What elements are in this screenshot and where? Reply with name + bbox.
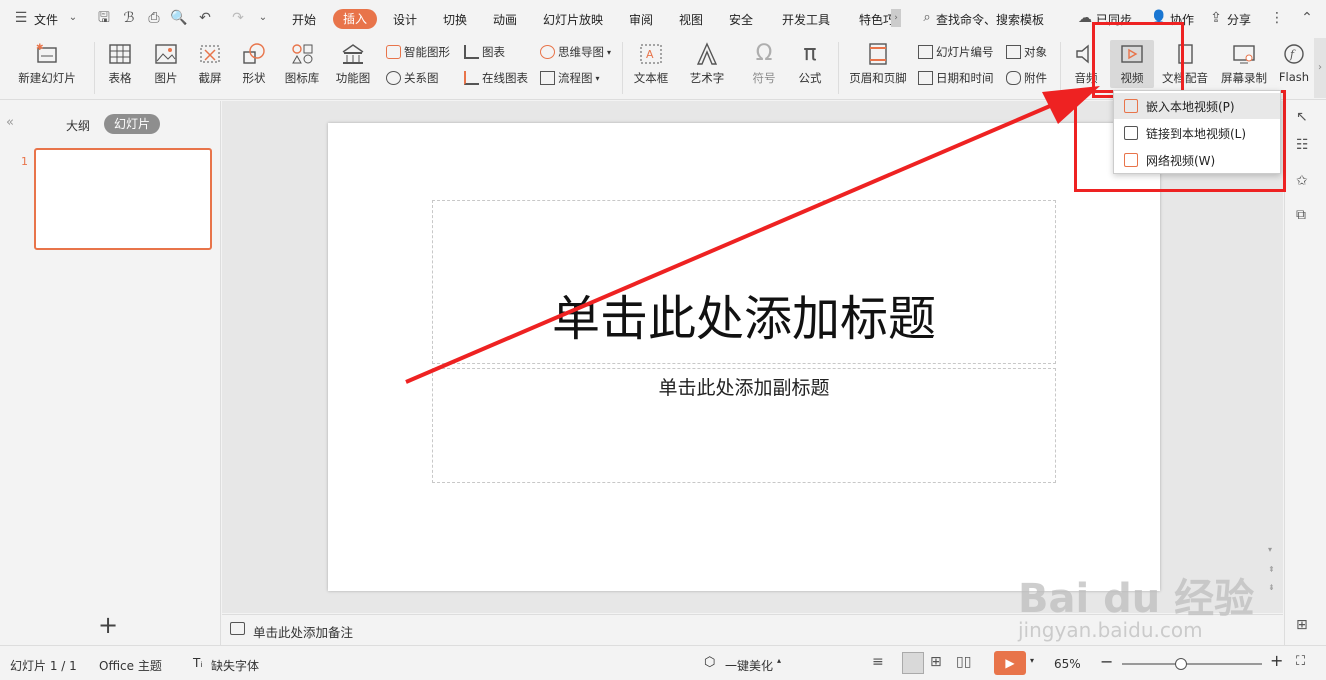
web-video-icon bbox=[1124, 153, 1138, 167]
watermark-url: jingyan.baidu.com bbox=[1018, 618, 1203, 642]
menu-item-embed-local-video[interactable]: 嵌入本地视频(P) bbox=[1114, 93, 1280, 119]
menu-item-link-local-video[interactable]: 链接到本地视频(L) bbox=[1114, 120, 1280, 146]
menu-item-web-video[interactable]: 网络视频(W) bbox=[1114, 147, 1280, 173]
link-video-icon bbox=[1124, 126, 1138, 140]
embed-video-icon bbox=[1124, 99, 1138, 113]
video-dropdown-menu: 嵌入本地视频(P) 链接到本地视频(L) 网络视频(W) bbox=[1113, 90, 1281, 174]
watermark-brand: Bai du 经验 bbox=[1018, 576, 1255, 622]
